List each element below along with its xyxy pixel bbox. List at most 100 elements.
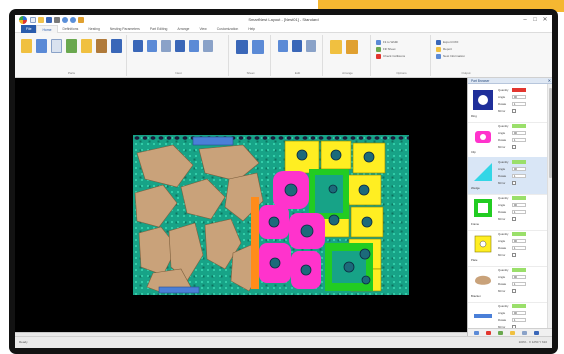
hole [268, 216, 280, 228]
nest-fill-icon[interactable] [161, 40, 171, 52]
align-icon[interactable] [330, 40, 342, 54]
panel-close-icon[interactable]: ✕ [548, 78, 551, 83]
mirror-checkbox[interactable] [512, 181, 516, 185]
rotate-field[interactable]: 1 [512, 138, 526, 142]
tab-help[interactable]: Help [243, 25, 260, 33]
angle-field[interactable]: 90 [512, 167, 526, 171]
panel-item[interactable]: Wedge Quantity Angle 90 Rotate 1 Mirror [468, 157, 547, 195]
sheet-size-icon[interactable] [236, 40, 248, 54]
move-icon[interactable] [278, 40, 288, 52]
quantity-bar[interactable] [512, 160, 526, 164]
tab-part-editing[interactable]: Part Editing [145, 25, 173, 33]
quantity-bar[interactable] [512, 196, 526, 200]
option-fit-width[interactable]: Fit to Width [383, 40, 398, 44]
import-parts-icon[interactable] [21, 39, 32, 53]
properties-icon[interactable] [111, 39, 122, 53]
quantity-bar[interactable] [512, 124, 526, 128]
tab-file[interactable]: File [21, 24, 37, 33]
option-fill-sheet[interactable]: Fill Sheet [383, 47, 396, 51]
panel-item[interactable]: Plate Quantity Angle 90 Rotate 1 Mirror [468, 229, 547, 267]
fill-sheet-icon[interactable] [376, 47, 381, 52]
nest-compact-icon[interactable] [189, 40, 199, 52]
tab-arrange[interactable]: Arrange [172, 25, 194, 33]
angle-field[interactable]: 90 [512, 95, 526, 99]
angle-field[interactable]: 90 [512, 131, 526, 135]
edit-part-icon[interactable] [498, 331, 503, 335]
duplicate-part-icon[interactable] [510, 331, 515, 335]
rotate-icon[interactable] [292, 40, 302, 52]
angle-field[interactable]: 90 [512, 311, 526, 315]
minimize-button[interactable]: – [520, 16, 530, 24]
panel-item[interactable]: Frame Quantity Angle 90 Rotate 1 Mirror [468, 193, 547, 231]
output-nest-information[interactable]: Nest Information [443, 54, 465, 58]
scrollbar-thumb[interactable] [549, 88, 552, 178]
angle-field[interactable]: 90 [512, 275, 526, 279]
angle-field[interactable]: 90 [512, 239, 526, 243]
part-name: Clip [471, 150, 476, 154]
tab-customization[interactable]: Customization [212, 25, 243, 33]
group-label-arrange: Arrange [342, 71, 353, 75]
remove-part-icon[interactable] [486, 331, 491, 335]
export-icon[interactable] [436, 40, 441, 45]
nest-step-icon[interactable] [147, 40, 157, 52]
panel-item[interactable]: Bracket Quantity Angle 90 Rotate 1 Mirror [468, 265, 547, 303]
rotate-field[interactable]: 1 [512, 210, 526, 214]
close-button[interactable]: ✕ [540, 16, 550, 24]
panel-scrollbar[interactable] [547, 84, 552, 330]
fit-width-icon[interactable] [376, 40, 381, 45]
tab-definitions[interactable]: Definitions [58, 25, 84, 33]
panel-header: Part Browser ✕ [468, 78, 552, 84]
refresh-icon[interactable] [534, 331, 539, 335]
rotate-field[interactable]: 1 [512, 318, 526, 322]
collision-icon[interactable] [376, 54, 381, 59]
panel-item[interactable]: Clip Quantity Angle 90 Rotate 1 Mirror [468, 121, 547, 159]
output-report[interactable]: Report [443, 47, 452, 51]
rotate-field[interactable]: 1 [512, 282, 526, 286]
rotate-label: Rotate [498, 246, 507, 250]
part-library-icon[interactable] [66, 39, 77, 53]
angle-value: 90 [514, 312, 517, 315]
info-icon[interactable] [436, 54, 441, 59]
angle-field[interactable]: 90 [512, 203, 526, 207]
mirror-checkbox[interactable] [512, 289, 516, 293]
distribute-icon[interactable] [346, 40, 358, 54]
quantity-bar[interactable] [512, 268, 526, 272]
output-export-dxf[interactable]: Export DXF [443, 40, 459, 44]
nest-stop-icon[interactable] [175, 40, 185, 52]
auto-nest-icon[interactable] [133, 40, 143, 52]
mirror-checkbox[interactable] [512, 145, 516, 149]
maximize-button[interactable]: □ [530, 16, 540, 24]
tan-part [134, 184, 178, 228]
nest-rotate-icon[interactable] [203, 40, 213, 52]
nested-sheet[interactable] [133, 135, 409, 295]
mirror-icon[interactable] [306, 40, 316, 52]
tab-view[interactable]: View [194, 25, 211, 33]
add-part-icon[interactable] [474, 331, 479, 335]
frame-part-icon [472, 197, 494, 219]
material-icon[interactable] [96, 39, 107, 53]
report-icon[interactable] [436, 47, 441, 52]
mirror-checkbox[interactable] [512, 109, 516, 113]
quantity-bar[interactable] [512, 88, 526, 92]
quantity-bar[interactable] [512, 232, 526, 236]
nest-canvas[interactable] [15, 78, 467, 336]
new-part-icon[interactable] [36, 39, 47, 53]
quantity-bar[interactable] [512, 304, 526, 308]
panel-item[interactable]: Ring Quantity Angle 90 Rotate 1 Mirror [468, 85, 547, 123]
rotate-label: Rotate [498, 210, 507, 214]
option-check-collisions[interactable]: Check Collisions [383, 54, 405, 58]
tab-nesting[interactable]: Nesting [83, 25, 105, 33]
rotate-field[interactable]: 1 [512, 102, 526, 106]
part-list-icon[interactable] [51, 39, 62, 53]
sheet-icon[interactable] [81, 39, 92, 53]
sheet-margin-icon[interactable] [252, 40, 264, 54]
rotate-value: 1 [514, 139, 516, 142]
hole [328, 184, 338, 194]
mirror-checkbox[interactable] [512, 253, 516, 257]
tab-nesting-parameters[interactable]: Nesting Parameters [105, 25, 145, 33]
tab-home[interactable]: Home [36, 24, 58, 33]
rotate-field[interactable]: 1 [512, 246, 526, 250]
rotate-field[interactable]: 1 [512, 174, 526, 178]
part-settings-icon[interactable] [522, 331, 527, 335]
mirror-checkbox[interactable] [512, 217, 516, 221]
